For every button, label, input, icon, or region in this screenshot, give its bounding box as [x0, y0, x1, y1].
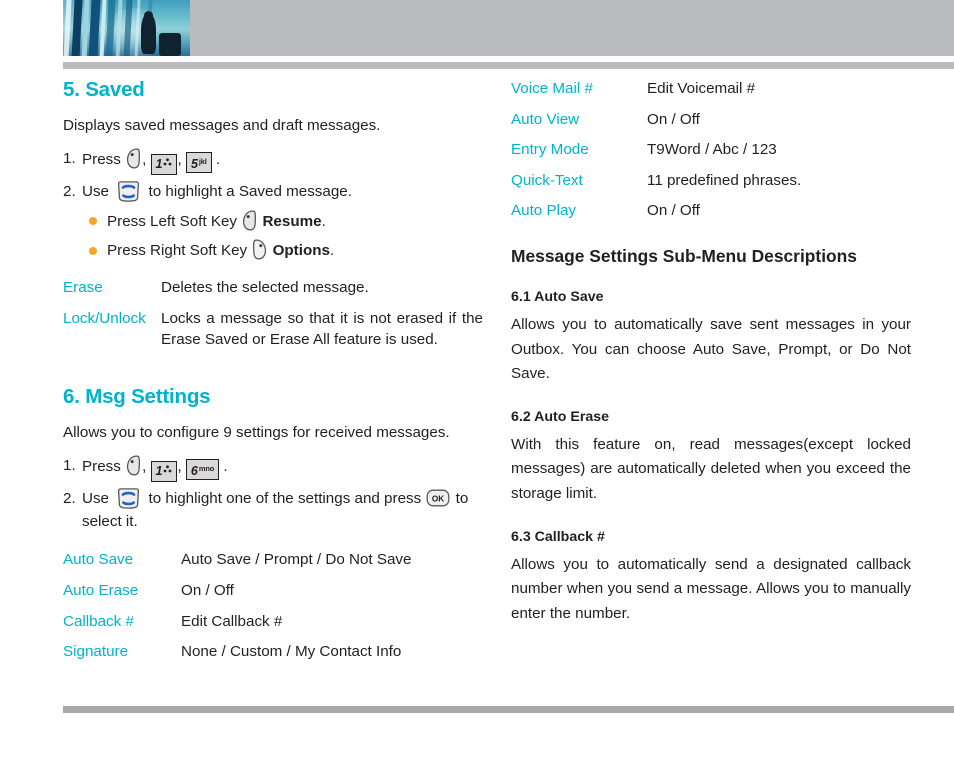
definition-term: Erase	[63, 278, 103, 296]
setting-value: Auto Save / Prompt / Do Not Save	[181, 551, 412, 569]
section-title-saved: 5. Saved	[63, 78, 145, 101]
msg-settings-step-1: 1. Press , 1 , 6mno .	[63, 455, 483, 482]
header-gray-band	[63, 0, 954, 56]
sub-menu-descriptions-heading: Message Settings Sub-Menu Descriptions	[511, 245, 857, 266]
setting-row-auto-erase: Auto Erase On / Off	[63, 580, 483, 602]
step-text: Press , 1 , 5jkl .	[82, 148, 483, 176]
bullet-period: .	[321, 212, 326, 230]
header-photo-luggage	[159, 33, 181, 56]
left-column: 5. Saved Displays saved messages and dra…	[63, 78, 483, 672]
setting-term: Auto Save	[63, 551, 134, 569]
step-tail: to highlight a Saved message.	[148, 183, 352, 201]
svg-text:OK: OK	[432, 494, 444, 503]
right-column: Voice Mail # Edit Voicemail # Auto View …	[511, 78, 911, 627]
step-number: 2.	[63, 183, 76, 201]
softkey-left-icon	[126, 455, 141, 476]
setting-value: Edit Voicemail #	[647, 80, 756, 97]
setting-term: Auto Play	[511, 202, 577, 220]
step-trailing-period: .	[215, 151, 221, 169]
bullet-label: Press Left Soft Key	[107, 212, 237, 230]
definition-row-erase: Erase Deletes the selected message.	[63, 277, 483, 299]
keycap-1: 1	[150, 460, 178, 482]
saved-bullet-options: Press Right Soft Key Options.	[89, 239, 483, 263]
setting-row-auto-play: Auto Play On / Off	[511, 200, 911, 222]
footer-divider-rule	[63, 706, 954, 713]
setting-term: Callback #	[63, 612, 134, 630]
item-body-auto-erase: With this feature on, read messages(exce…	[511, 435, 911, 503]
saved-lead-text: Displays saved messages and draft messag…	[63, 117, 381, 134]
setting-row-auto-view: Auto View On / Off	[511, 109, 911, 131]
item-body-auto-save: Allows you to automatically save sent me…	[511, 315, 911, 383]
header-photo-figure	[141, 14, 156, 54]
bullet-text: Press Right Soft Key Options.	[107, 239, 334, 263]
comma: ,	[142, 151, 147, 169]
bullet-label: Press Right Soft Key	[107, 242, 248, 260]
step-label: Press	[82, 457, 121, 475]
bullet-period: .	[329, 242, 335, 260]
bullet-bold-label: Resume	[262, 212, 322, 230]
setting-row-callback: Callback # Edit Callback #	[63, 611, 483, 633]
setting-value: 11 predefined phrases.	[647, 171, 802, 189]
setting-term: Auto View	[511, 110, 580, 128]
setting-row-entry-mode: Entry Mode T9Word / Abc / 123	[511, 139, 911, 161]
step-trailing-period: .	[223, 457, 228, 475]
bullet-bold-label: Options	[272, 242, 330, 260]
saved-step-2: 2. Use to highlight a Saved message.	[63, 181, 483, 204]
keycap-1: 1	[150, 154, 178, 176]
definition-description: Deletes the selected message.	[161, 278, 369, 296]
msg-settings-step-2: 2. Use to highlight one of the settings …	[63, 488, 483, 534]
setting-term: Quick-Text	[511, 171, 583, 189]
item-body-callback: Allows you to automatically send a desig…	[511, 555, 911, 622]
setting-term: Signature	[63, 643, 129, 661]
step-label: Use	[82, 489, 110, 507]
keycap-6: 6mno	[185, 458, 220, 480]
item-heading-auto-erase: 6.2 Auto Erase	[511, 408, 610, 425]
setting-term: Entry Mode	[511, 141, 589, 159]
step-mid-text: to highlight one of the settings and pre…	[148, 489, 422, 507]
header-photo-figure-head	[144, 11, 153, 20]
setting-value: T9Word / Abc / 123	[647, 141, 777, 159]
header-photo	[63, 0, 190, 56]
step-number: 1.	[63, 456, 76, 474]
softkey-right-icon	[252, 239, 267, 260]
setting-value: On / Off	[647, 202, 700, 220]
softkey-left-icon	[126, 148, 141, 169]
definition-description: Locks a message so that it is not erased…	[161, 309, 483, 349]
setting-value: On / Off	[647, 110, 700, 128]
setting-row-signature: Signature None / Custom / My Contact Inf…	[63, 641, 483, 663]
step-number: 1.	[63, 150, 76, 168]
definition-term: Lock/Unlock	[63, 309, 146, 327]
setting-row-auto-save: Auto Save Auto Save / Prompt / Do Not Sa…	[63, 549, 483, 571]
definition-row-lock-unlock: Lock/Unlock Locks a message so that it i…	[63, 308, 483, 351]
keycap-5: 5jkl	[185, 152, 212, 174]
step-text: Use to highlight a Saved message.	[82, 181, 483, 204]
item-heading-callback: 6.3 Callback #	[511, 528, 605, 545]
navigation-key-icon	[115, 181, 142, 202]
ok-key-icon: OK	[426, 489, 450, 507]
setting-row-voice-mail: Voice Mail # Edit Voicemail #	[511, 78, 911, 100]
msg-settings-lead-text: Allows you to configure 9 settings for r…	[63, 423, 450, 441]
bullet-dot-icon	[89, 210, 107, 233]
step-label: Use	[82, 183, 110, 201]
saved-step-1: 1. Press , 1 , 5jkl .	[63, 148, 483, 176]
step-label: Press	[82, 151, 121, 169]
setting-value: On / Off	[181, 581, 234, 599]
header-divider-rule	[63, 62, 954, 69]
section-title-msg-settings: 6. Msg Settings	[63, 384, 211, 408]
setting-term: Voice Mail #	[511, 80, 593, 97]
step-text: Use to highlight one of the settings and…	[82, 488, 483, 534]
setting-row-quick-text: Quick-Text 11 predefined phrases.	[511, 170, 911, 192]
step-number: 2.	[63, 489, 76, 507]
item-heading-auto-save: 6.1 Auto Save	[511, 288, 604, 305]
saved-bullet-resume: Press Left Soft Key Resume.	[89, 210, 483, 234]
navigation-key-icon	[115, 488, 142, 509]
setting-term: Auto Erase	[63, 581, 139, 599]
softkey-left-icon	[242, 210, 257, 231]
setting-value: Edit Callback #	[181, 612, 283, 630]
step-text: Press , 1 , 6mno .	[82, 455, 483, 482]
setting-value: None / Custom / My Contact Info	[181, 643, 402, 661]
bullet-text: Press Left Soft Key Resume.	[107, 210, 326, 234]
bullet-dot-icon	[89, 239, 107, 262]
